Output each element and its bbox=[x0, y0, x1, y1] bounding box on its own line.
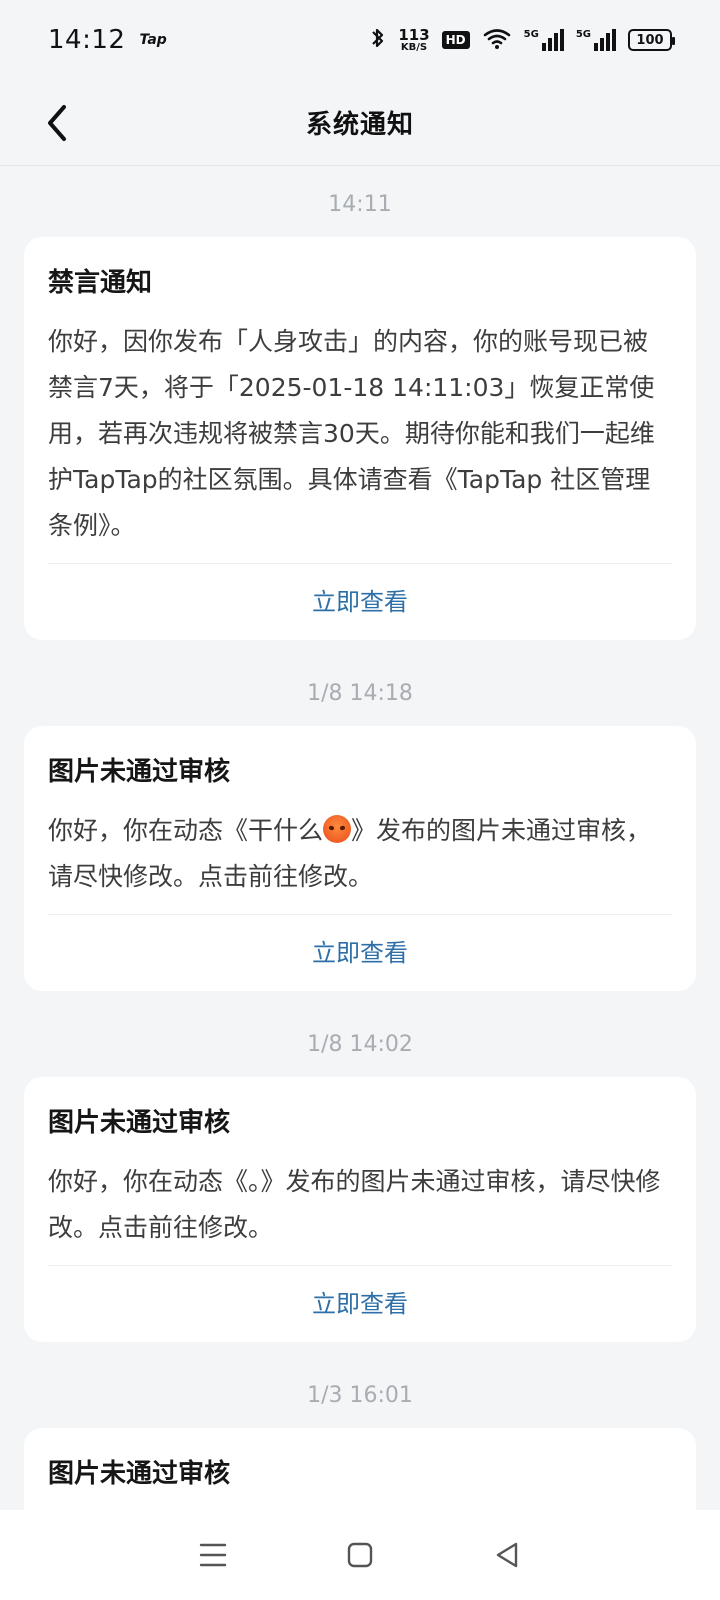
hd-icon: HD bbox=[441, 31, 470, 49]
notification-body: 你好，因你发布「人身攻击」的内容，你的账号现已被禁言7天，将于「2025-01-… bbox=[48, 319, 672, 564]
notification-card: 图片未通过审核 bbox=[24, 1428, 696, 1510]
home-button[interactable] bbox=[330, 1525, 390, 1585]
notification-title: 图片未通过审核 bbox=[48, 1108, 231, 1138]
notification-timestamp: 1/3 16:01 bbox=[307, 1383, 413, 1408]
notification-body-text: 你好，你在动态《干什么 bbox=[48, 816, 324, 845]
menu-icon bbox=[200, 1543, 227, 1567]
wifi-icon bbox=[482, 26, 512, 54]
taptap-status-icon: Tap bbox=[139, 32, 167, 48]
chevron-left-icon bbox=[48, 105, 66, 141]
sim1-label: 5G bbox=[523, 29, 539, 40]
notification-title: 禁言通知 bbox=[48, 268, 153, 298]
notification-title: 图片未通过审核 bbox=[48, 757, 231, 787]
header: 系统通知 bbox=[0, 80, 720, 166]
page-title: 系统通知 bbox=[305, 110, 414, 140]
network-speed-unit: KB/S bbox=[400, 41, 428, 53]
network-speed-value: 113 bbox=[398, 25, 430, 44]
notification-title: 图片未通过审核 bbox=[48, 1459, 231, 1489]
notification-card: 图片未通过审核 你好，你在动态《。》发布的图片未通过审核，请尽快修改。点击前往修… bbox=[24, 1077, 696, 1342]
view-now-button[interactable]: 立即查看 bbox=[48, 564, 672, 640]
battery-icon: 100 bbox=[628, 29, 675, 51]
system-nav-bar bbox=[0, 1510, 720, 1600]
notification-card: 图片未通过审核 你好，你在动态《干什么 》发布的图片未通过审核，请尽快修改。点击前… bbox=[24, 726, 696, 991]
view-now-button[interactable]: 立即查看 bbox=[48, 915, 672, 991]
status-bar: 14:12 Tap 113 KB/S HD 5G 5G 100 bbox=[0, 0, 720, 80]
signal-sim1-icon: 5G bbox=[524, 29, 564, 51]
home-square-icon bbox=[347, 1542, 373, 1568]
status-time: 14:12 bbox=[48, 25, 126, 55]
network-speed: 113 KB/S bbox=[398, 25, 430, 53]
notification-body: 你好，你在动态《干什么 》发布的图片未通过审核，请尽快修改。点击前往修改。 bbox=[48, 808, 672, 915]
signal-sim2-icon: 5G bbox=[576, 29, 616, 51]
notification-body: 你好，你在动态《。》发布的图片未通过审核，请尽快修改。点击前往修改。 bbox=[48, 1159, 672, 1266]
notification-timestamp: 1/8 14:18 bbox=[307, 681, 413, 706]
triangle-back-icon bbox=[496, 1542, 517, 1568]
bluetooth-icon bbox=[370, 26, 386, 54]
angry-face-icon bbox=[323, 815, 352, 843]
sim2-label: 5G bbox=[575, 29, 591, 40]
screen: 14:12 Tap 113 KB/S HD 5G 5G 100 系统通知 14:… bbox=[0, 0, 720, 1600]
notification-timestamp: 14:11 bbox=[328, 192, 392, 217]
notification-timestamp: 1/8 14:02 bbox=[307, 1032, 413, 1057]
menu-button[interactable] bbox=[183, 1525, 243, 1585]
back-nav-button[interactable] bbox=[477, 1525, 537, 1585]
view-now-button[interactable]: 立即查看 bbox=[48, 1266, 672, 1342]
notification-list[interactable]: 14:11 禁言通知 你好，因你发布「人身攻击」的内容，你的账号现已被禁言7天，… bbox=[0, 167, 720, 1510]
back-button[interactable] bbox=[32, 98, 82, 148]
notification-card: 禁言通知 你好，因你发布「人身攻击」的内容，你的账号现已被禁言7天，将于「202… bbox=[24, 237, 696, 640]
